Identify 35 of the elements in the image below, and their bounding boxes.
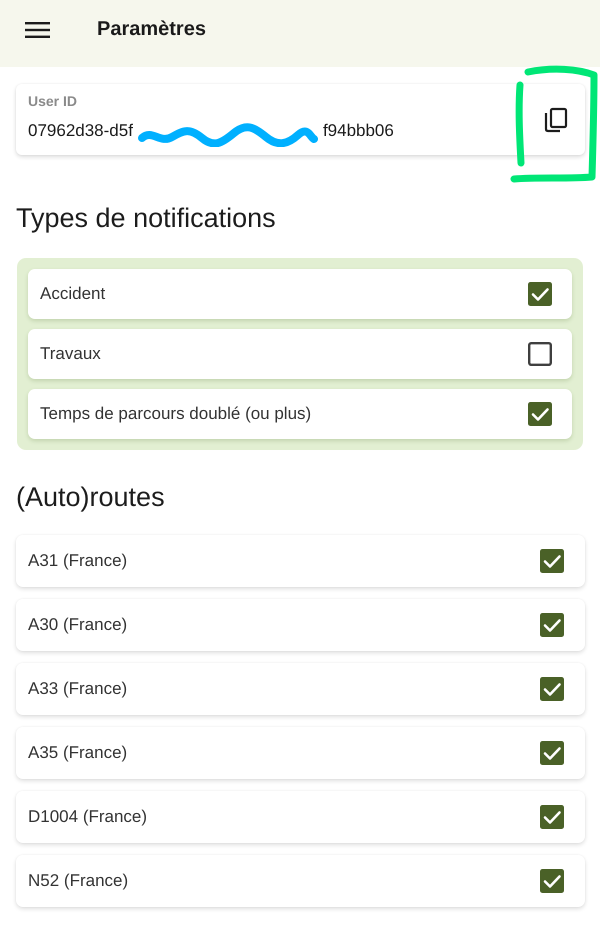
menu-icon[interactable] <box>25 22 50 38</box>
checkbox[interactable] <box>540 869 564 893</box>
page-title: Paramètres <box>97 18 206 41</box>
route-option[interactable]: N52 (France) <box>16 855 585 907</box>
section-heading: Types de notifications <box>16 202 277 235</box>
checkbox[interactable] <box>528 402 552 426</box>
checkbox[interactable] <box>540 613 564 637</box>
user-id-value: f94bbb06 <box>322 120 394 142</box>
checkbox[interactable] <box>540 677 564 701</box>
option-label: Accident <box>40 284 106 304</box>
route-option[interactable]: A30 (France) <box>16 599 585 651</box>
checkbox[interactable] <box>528 282 552 306</box>
notification-option[interactable]: Temps de parcours doublé (ou plus) <box>28 389 572 439</box>
route-label: A30 (France) <box>28 615 128 635</box>
route-label: A31 (France) <box>28 551 128 571</box>
notification-option[interactable]: Accident <box>28 269 572 319</box>
checkbox[interactable] <box>540 549 564 573</box>
route-label: A33 (France) <box>28 679 128 699</box>
route-label: N52 (France) <box>28 871 128 891</box>
checkbox[interactable] <box>540 741 564 765</box>
option-label: Travaux <box>40 344 101 364</box>
route-label: A35 (France) <box>28 743 128 763</box>
checkbox[interactable] <box>540 805 564 829</box>
route-option[interactable]: D1004 (France) <box>16 791 585 843</box>
route-option[interactable]: A31 (France) <box>16 535 585 587</box>
option-label: Temps de parcours doublé (ou plus) <box>40 404 312 424</box>
field-label: User ID <box>28 92 78 110</box>
section-heading: (Auto)routes <box>16 481 166 514</box>
route-option[interactable]: A33 (France) <box>16 663 585 715</box>
checkbox[interactable] <box>528 342 552 366</box>
user-id-value: 07962d38-d5f <box>28 120 133 142</box>
notification-option[interactable]: Travaux <box>28 329 572 379</box>
route-option[interactable]: A35 (France) <box>16 727 585 779</box>
copy-icon[interactable] <box>544 106 568 132</box>
route-label: D1004 (France) <box>28 807 148 827</box>
